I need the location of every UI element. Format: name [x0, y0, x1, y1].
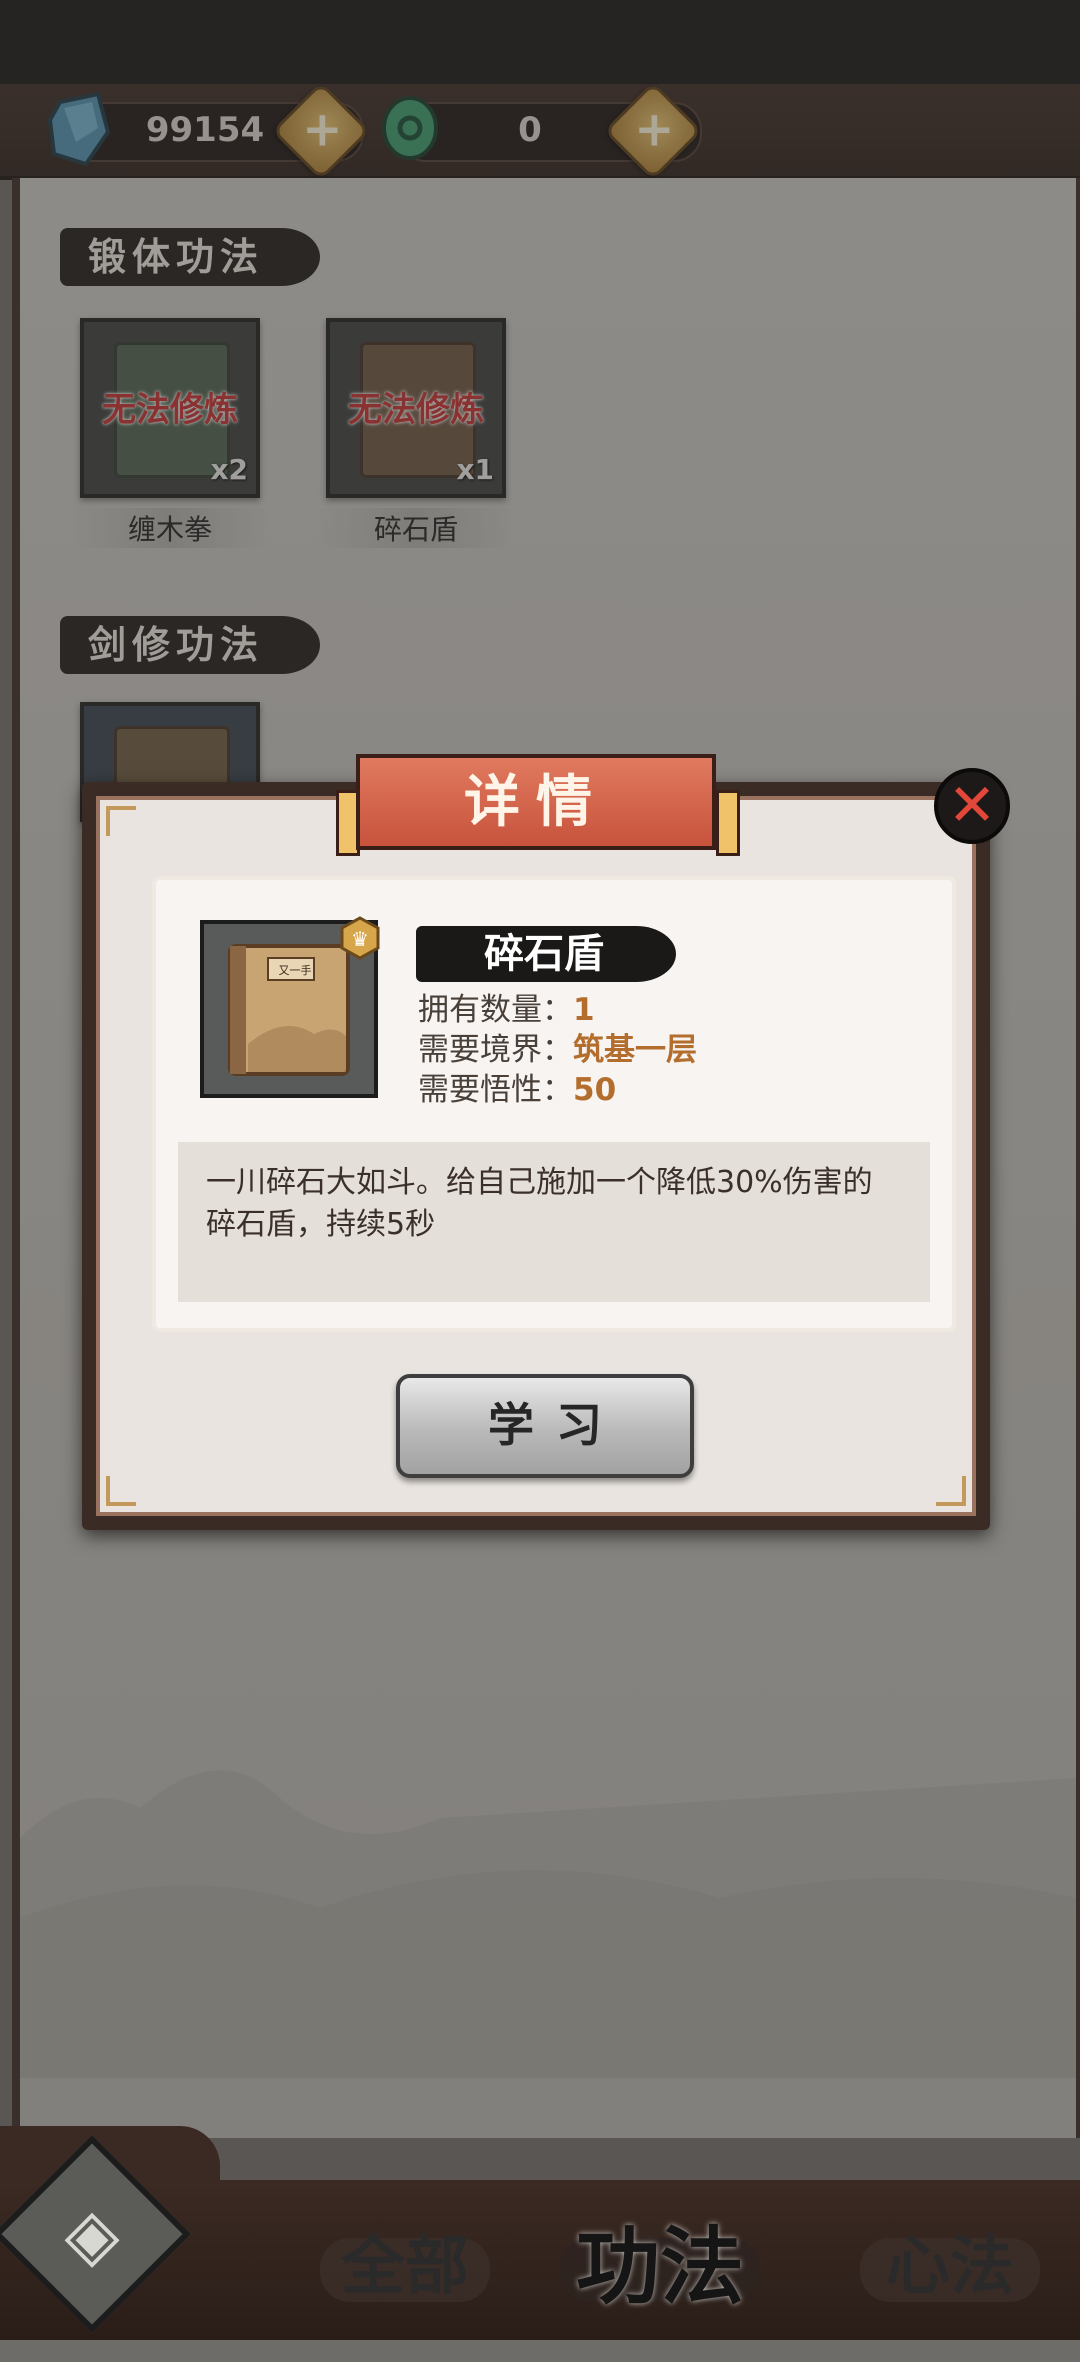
home-icon: ◈: [64, 2192, 120, 2276]
close-button[interactable]: ✕: [934, 768, 1010, 844]
tab-label: 心法: [886, 2229, 1014, 2304]
tab-label: 功法: [575, 2217, 744, 2316]
svg-text:♛: ♛: [351, 927, 369, 951]
book-cover-text: 又一手: [278, 964, 312, 977]
stat-label: 需要悟性：: [418, 1072, 573, 1108]
tab-label: 全部: [341, 2229, 469, 2304]
stat-owned: 拥有数量：1: [418, 990, 595, 1030]
stat-label: 拥有数量：: [418, 992, 573, 1028]
close-icon: ✕: [947, 771, 997, 839]
detail-modal: 又一手 ♛ 碎石盾 拥有数量：1 需要境界：筑基一层 需要悟性：50 一川碎石大…: [82, 754, 1010, 1530]
stat-value: 1: [573, 992, 595, 1028]
tab-all[interactable]: 全部: [320, 2212, 490, 2322]
banner-scroll-end: [716, 790, 740, 856]
corner-ornament: [936, 1476, 966, 1506]
rank-badge-icon: ♛: [340, 916, 380, 960]
stat-label: 需要境界：: [418, 1032, 573, 1068]
modal-body: 又一手 ♛ 碎石盾 拥有数量：1 需要境界：筑基一层 需要悟性：50 一川碎石大…: [96, 796, 976, 1516]
corner-ornament: [106, 1476, 136, 1506]
modal-title: 详情: [356, 754, 716, 850]
detail-card: 又一手 ♛ 碎石盾 拥有数量：1 需要境界：筑基一层 需要悟性：50 一川碎石大…: [156, 880, 952, 1328]
tab-skills[interactable]: 功法: [560, 2212, 760, 2322]
tab-mind-methods[interactable]: 心法: [860, 2212, 1040, 2322]
stat-value: 50: [573, 1072, 617, 1108]
learn-button[interactable]: 学习: [396, 1374, 694, 1478]
stat-realm: 需要境界：筑基一层: [418, 1030, 697, 1070]
stat-value: 筑基一层: [573, 1032, 697, 1068]
skill-name: 碎石盾: [484, 931, 604, 977]
skill-description: 一川碎石大如斗。给自己施加一个降低30%伤害的碎石盾，持续5秒: [178, 1142, 930, 1302]
stat-comprehension: 需要悟性：50: [418, 1070, 616, 1110]
corner-ornament: [106, 806, 136, 836]
skill-book-frame: 又一手 ♛: [200, 916, 380, 1098]
